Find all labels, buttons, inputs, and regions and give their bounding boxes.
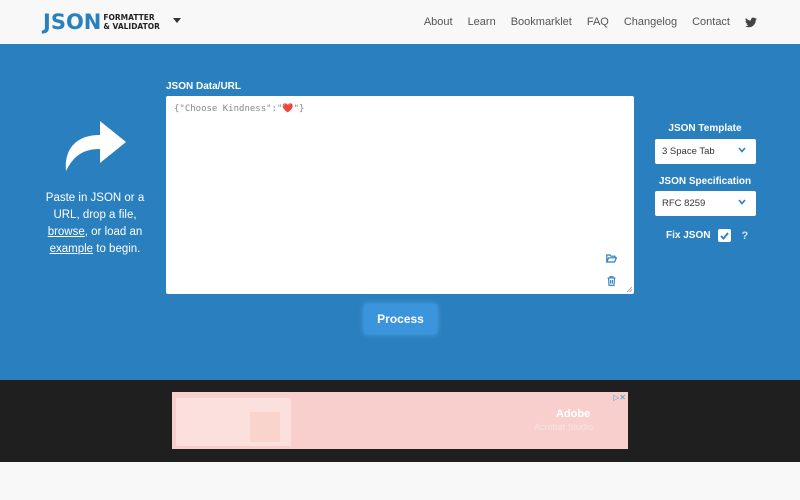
chevron-down-icon	[738, 199, 746, 205]
ad-subtitle: Acrobat Studio	[534, 422, 594, 432]
fix-json-checkbox[interactable]	[718, 229, 732, 242]
nav-bookmarklet[interactable]: Bookmarklet	[511, 16, 572, 28]
json-spec-label: JSON Specification	[658, 176, 752, 187]
json-input-value: {"Choose Kindness":"❤️"}	[174, 104, 304, 114]
instructions: Paste in JSON or a URL, drop a file, bro…	[40, 190, 150, 258]
nav-learn[interactable]: Learn	[468, 16, 496, 28]
advertisement[interactable]: Adobe Acrobat Studio ▷✕	[172, 392, 628, 449]
json-text-start: {"Choose Kindness":"	[174, 104, 283, 114]
json-template-select[interactable]: 3 Space Tab	[655, 139, 756, 164]
open-folder-icon[interactable]	[606, 254, 617, 263]
logo-line-1: FORMATTER	[103, 13, 155, 22]
nav-about[interactable]: About	[424, 16, 453, 28]
logo-dropdown-caret-icon[interactable]	[173, 18, 181, 23]
hint-text-b: , or load an	[84, 226, 143, 238]
top-nav: JSON FORMATTER & VALIDATOR About Learn B…	[0, 0, 800, 44]
twitter-icon[interactable]	[745, 17, 757, 28]
nav-contact[interactable]: Contact	[692, 16, 730, 28]
json-data-label: JSON Data/URL	[166, 81, 242, 92]
json-text-end: "}	[293, 104, 305, 114]
logo[interactable]: JSON FORMATTER & VALIDATOR	[43, 11, 160, 33]
example-link[interactable]: example	[50, 243, 93, 255]
checkmark-icon	[720, 231, 730, 240]
ad-image-detail	[250, 412, 280, 442]
hint-text-a: Paste in JSON or a URL, drop a file,	[45, 192, 145, 221]
fix-json-label: Fix JSON	[666, 230, 711, 241]
fix-json-help[interactable]: ?	[741, 230, 748, 242]
logo-line-2: & VALIDATOR	[103, 22, 160, 31]
chevron-down-icon	[738, 147, 746, 153]
ad-brand: Adobe	[556, 408, 591, 420]
fix-json-row: Fix JSON ?	[666, 229, 748, 242]
hint-text-c: to begin.	[93, 243, 141, 255]
browse-link[interactable]: browse	[48, 226, 85, 238]
logo-tagline: FORMATTER & VALIDATOR	[103, 13, 160, 31]
json-spec-select[interactable]: RFC 8259	[655, 191, 756, 216]
share-arrow-icon	[65, 121, 126, 171]
process-button[interactable]: Process	[364, 304, 437, 334]
json-template-label: JSON Template	[668, 123, 742, 134]
nav-changelog[interactable]: Changelog	[624, 16, 677, 28]
trash-icon[interactable]	[607, 276, 616, 286]
resize-handle-icon[interactable]	[626, 286, 632, 292]
json-template-value: 3 Space Tab	[662, 146, 715, 157]
logo-main: JSON	[43, 10, 102, 34]
nav-links: About Learn Bookmarklet FAQ Changelog Co…	[424, 0, 757, 44]
ad-info-icon[interactable]: ▷✕	[613, 393, 626, 402]
json-input[interactable]: {"Choose Kindness":"❤️"}	[166, 96, 634, 294]
nav-faq[interactable]: FAQ	[587, 16, 609, 28]
heart-emoji: ❤️	[282, 104, 294, 114]
json-spec-value: RFC 8259	[662, 198, 706, 209]
